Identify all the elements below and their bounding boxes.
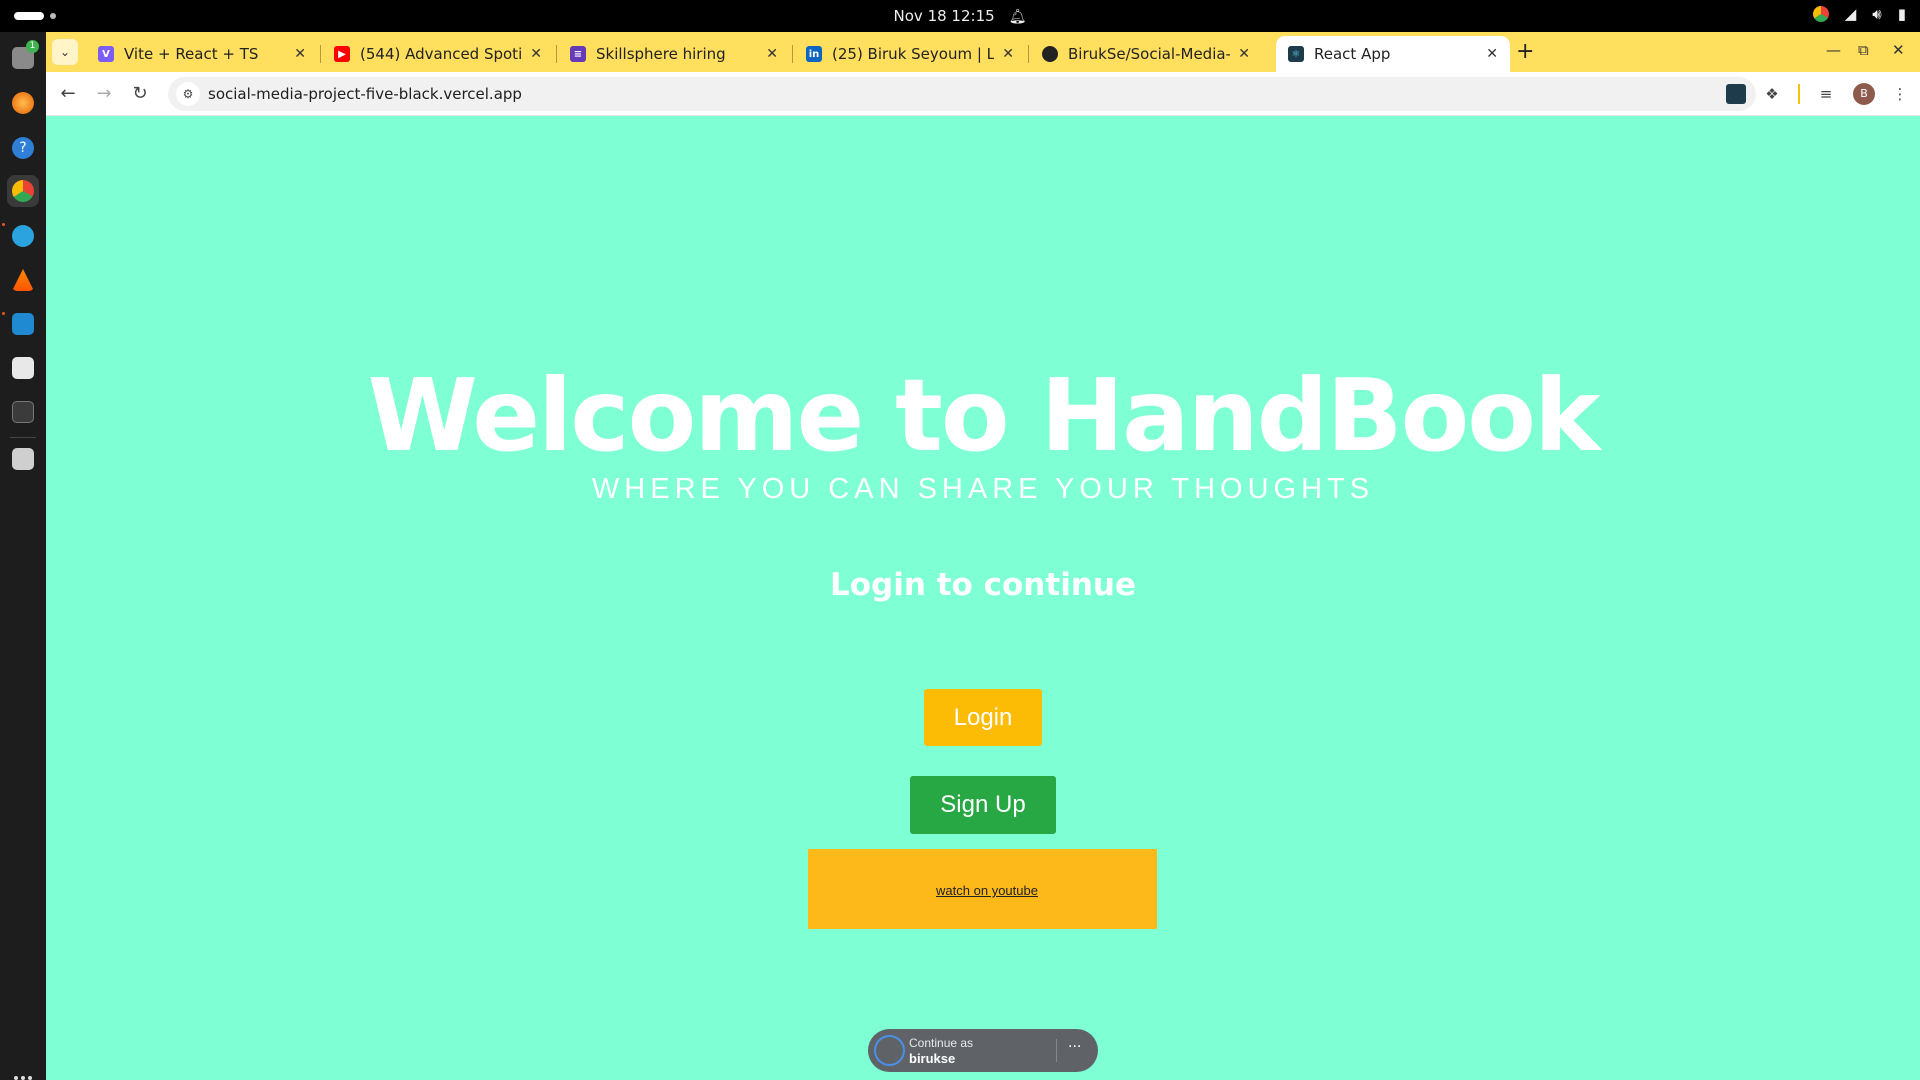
tab-title: (25) Biruk Seyoum | Linke — [832, 45, 995, 63]
dock-separator — [10, 437, 36, 438]
new-tab-button[interactable]: + — [1516, 39, 1534, 64]
forward-arrow-icon[interactable]: → — [92, 82, 116, 106]
tab-vite[interactable]: V Vite + React + TS ✕ — [86, 36, 318, 72]
vite-icon: V — [98, 46, 114, 62]
close-icon[interactable]: ✕ — [1238, 46, 1250, 62]
dock-text-editor[interactable] — [7, 352, 39, 384]
notification-bell-icon: 🔔︎ — [1008, 9, 1027, 25]
running-indicator — [2, 223, 5, 226]
dock-chrome[interactable] — [7, 175, 39, 207]
form-icon: ≡ — [570, 46, 586, 62]
signup-button[interactable]: Sign Up — [910, 776, 1056, 834]
show-apps-grid-icon[interactable] — [14, 1076, 32, 1080]
login-button[interactable]: Login — [924, 689, 1042, 746]
page-title: Welcome to HandBook — [367, 357, 1600, 474]
system-tray[interactable]: ◢ 🔊︎ ▮ — [1812, 5, 1906, 23]
react-devtools-extension-icon[interactable] — [1726, 84, 1746, 104]
close-window-icon[interactable]: ✕ — [1892, 41, 1905, 59]
tab-github[interactable]: BirukSe/Social-Media-Pr ✕ — [1030, 36, 1262, 72]
tab-title: (544) Advanced Spotify C — [360, 45, 523, 63]
running-indicator — [2, 312, 5, 315]
profile-avatar[interactable]: B — [1853, 83, 1875, 105]
browser-toolbar: ← → ↻ ⚙ social-media-project-five-black.… — [46, 72, 1920, 116]
tab-separator — [1028, 45, 1029, 63]
tab-title: Vite + React + TS — [124, 45, 259, 63]
continue-as-label: Continue as — [909, 1036, 974, 1050]
login-prompt: Login to continue — [830, 567, 1136, 603]
dock-badge: 1 — [26, 40, 39, 53]
continue-username: birukse — [909, 1051, 956, 1066]
tab-separator — [792, 45, 793, 63]
react-icon: ⚛ — [1288, 46, 1304, 62]
trash-icon — [12, 448, 34, 470]
wifi-icon: ◢ — [1844, 5, 1857, 23]
tab-linkedin[interactable]: in (25) Biruk Seyoum | Linke ✕ — [794, 36, 1026, 72]
dock: 1 ? — [0, 32, 46, 1080]
dock-firefox[interactable] — [7, 87, 39, 119]
tab-youtube[interactable]: ▶ (544) Advanced Spotify C ✕ — [322, 36, 554, 72]
dock-vscode[interactable] — [7, 308, 39, 340]
text-editor-icon — [12, 357, 34, 379]
tab-title: Skillsphere hiring — [596, 45, 726, 63]
page-content: Welcome to HandBook WHERE YOU CAN SHARE … — [46, 117, 1920, 1080]
restore-icon[interactable]: ⧉ — [1858, 41, 1869, 59]
tagline: WHERE YOU CAN SHARE YOUR THOUGHTS — [591, 473, 1375, 505]
dock-telegram[interactable] — [7, 220, 39, 252]
dock-files[interactable]: 1 — [7, 40, 39, 74]
dock-help[interactable]: ? — [7, 132, 39, 164]
url-text[interactable]: social-media-project-five-black.vercel.a… — [208, 85, 522, 103]
tab-search-button[interactable]: ⌄ — [52, 39, 78, 65]
youtube-embed-box[interactable]: watch on youtube — [808, 849, 1157, 929]
system-clock[interactable]: Nov 18 12:15 🔔︎ — [0, 7, 1920, 25]
tab-skillsphere[interactable]: ≡ Skillsphere hiring ✕ — [558, 36, 790, 72]
browser-window: ⌄ V Vite + React + TS ✕ ▶ (544) Advanced… — [46, 32, 1920, 1080]
prompt-divider — [1056, 1039, 1057, 1062]
dock-trash[interactable] — [7, 443, 39, 475]
tab-separator — [320, 45, 321, 63]
clock-text: Nov 18 12:15 — [893, 7, 995, 25]
loading-spinner-icon — [874, 1035, 905, 1066]
site-settings-icon[interactable]: ⚙ — [176, 82, 200, 106]
help-icon: ? — [12, 137, 34, 159]
firefox-icon — [12, 92, 34, 114]
linkedin-icon: in — [806, 46, 822, 62]
address-bar[interactable]: ⚙ social-media-project-five-black.vercel… — [168, 77, 1756, 111]
tab-react-app[interactable]: ⚛ React App ✕ — [1276, 36, 1510, 72]
chrome-icon — [12, 180, 34, 202]
vlc-icon — [12, 269, 34, 291]
dock-terminal[interactable] — [7, 396, 39, 428]
dock-vlc[interactable] — [7, 264, 39, 296]
tab-strip: ⌄ V Vite + React + TS ✕ ▶ (544) Advanced… — [46, 32, 1920, 72]
close-icon[interactable]: ✕ — [1002, 46, 1014, 62]
media-control-icon[interactable]: ≡ — [1816, 84, 1836, 104]
extensions-puzzle-icon[interactable]: ❖ — [1762, 84, 1782, 104]
tab-separator — [556, 45, 557, 63]
telegram-icon — [12, 225, 34, 247]
youtube-icon: ▶ — [334, 46, 350, 62]
github-icon — [1042, 46, 1058, 62]
close-icon[interactable]: ✕ — [530, 46, 542, 62]
battery-icon: ▮ — [1897, 5, 1906, 23]
terminal-icon — [12, 401, 34, 423]
continue-as-prompt[interactable]: Continue as birukse ··· — [868, 1029, 1098, 1072]
vscode-icon — [12, 313, 34, 335]
toolbar-divider — [1798, 84, 1800, 104]
chevron-down-icon: ⌄ — [59, 45, 71, 59]
chrome-tray-icon — [1812, 6, 1829, 22]
reload-icon[interactable]: ↻ — [128, 82, 152, 106]
back-arrow-icon[interactable]: ← — [56, 82, 80, 106]
minimize-icon[interactable]: — — [1826, 41, 1841, 59]
tab-title: React App — [1314, 45, 1391, 63]
close-icon[interactable]: ✕ — [766, 46, 778, 62]
tab-title: BirukSe/Social-Media-Pr — [1068, 45, 1231, 63]
volume-icon: 🔊︎ — [1872, 5, 1882, 23]
menu-kebab-icon[interactable]: ⋮ — [1890, 84, 1910, 104]
close-icon[interactable]: ✕ — [1486, 46, 1498, 62]
close-icon[interactable]: ✕ — [294, 46, 306, 62]
watch-on-youtube-link[interactable]: watch on youtube — [808, 883, 1166, 898]
system-top-bar: Nov 18 12:15 🔔︎ ◢ 🔊︎ ▮ — [0, 0, 1920, 32]
more-options-icon[interactable]: ··· — [1068, 1039, 1081, 1055]
